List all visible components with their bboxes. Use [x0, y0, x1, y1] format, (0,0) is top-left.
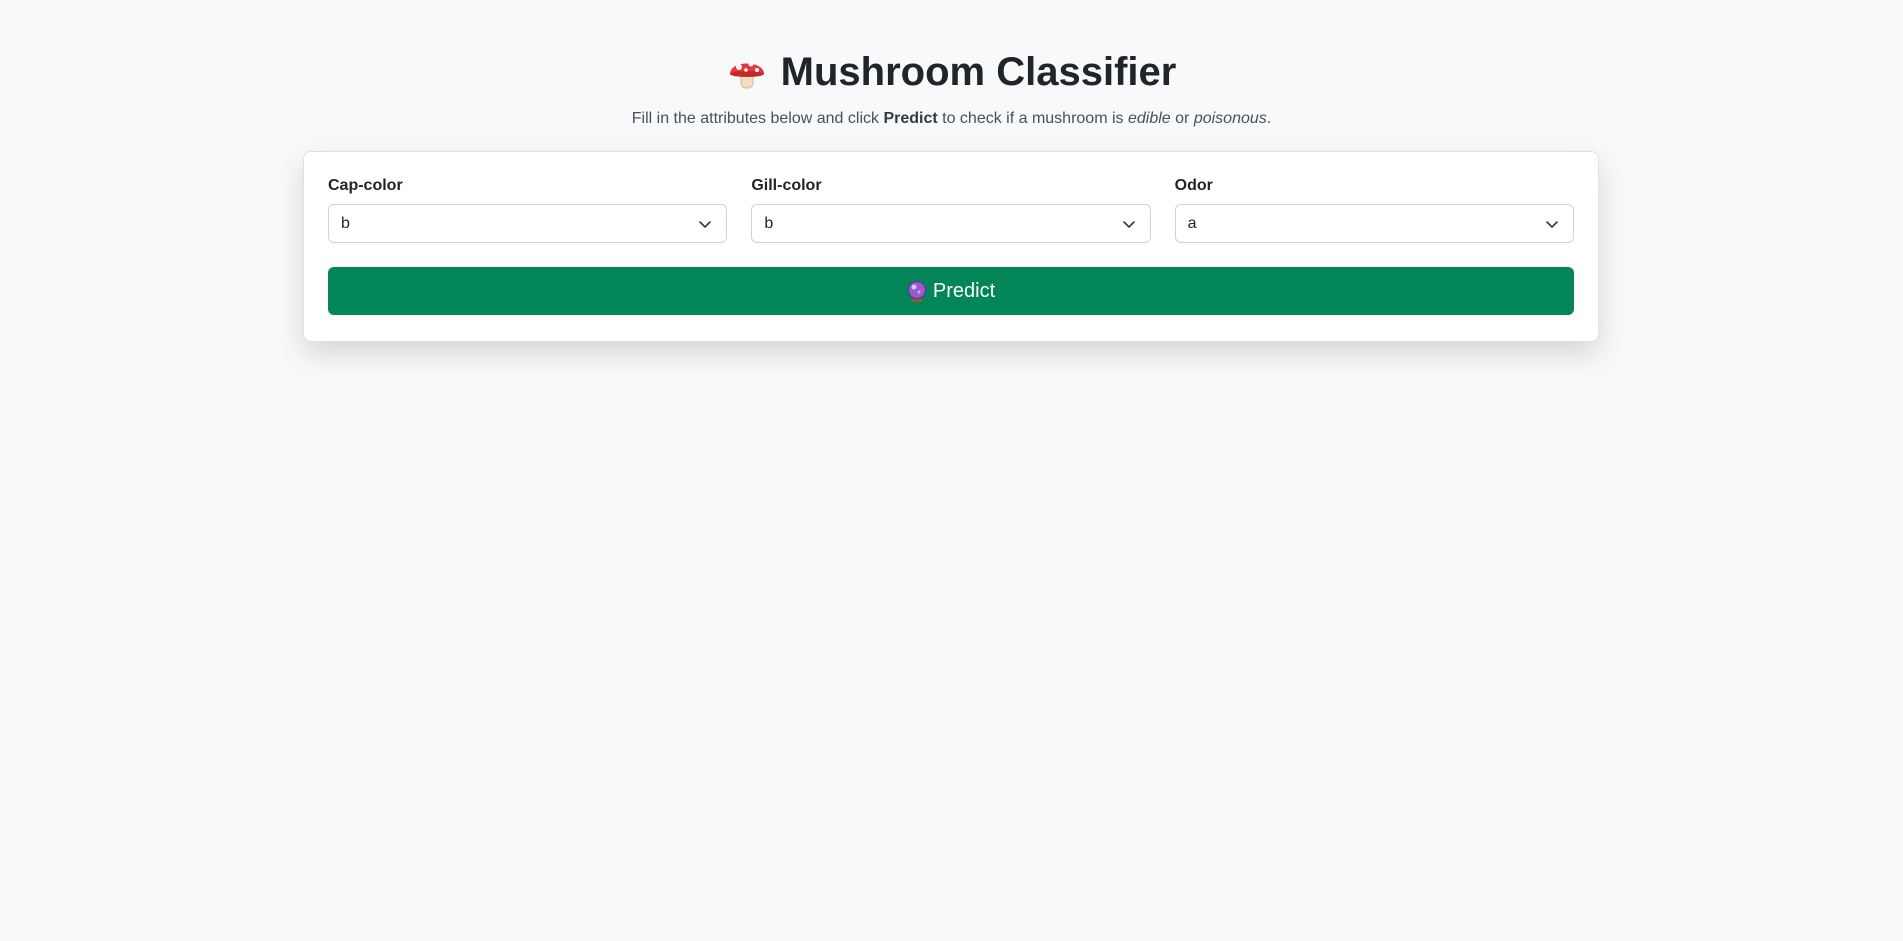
- odor-select[interactable]: a: [1174, 204, 1574, 243]
- cap-color-value: b: [341, 214, 350, 232]
- odor-value: a: [1187, 214, 1197, 232]
- subtitle-italic-poisonous: poisonous: [1193, 110, 1267, 127]
- chevron-down-icon: [1122, 220, 1135, 228]
- cap-color-label: Cap-color: [328, 177, 403, 194]
- subtitle-text: to check if a mushroom is: [937, 110, 1128, 127]
- gill-color-select[interactable]: b: [751, 204, 1151, 243]
- subtitle-bold: Predict: [883, 110, 938, 127]
- cap-color-select[interactable]: b: [328, 204, 728, 243]
- subtitle-text: .: [1266, 110, 1272, 127]
- page-title-text: Mushroom Classifier: [780, 50, 1177, 94]
- gill-color-field: Gill-color b: [751, 176, 1151, 243]
- predict-button-label: Predict: [932, 279, 996, 302]
- chevron-down-icon: [699, 220, 712, 228]
- subtitle-italic-edible: edible: [1127, 110, 1171, 127]
- gill-color-label: Gill-color: [751, 177, 822, 194]
- page-subtitle: Fill in the attributes below and click P…: [0, 107, 1903, 131]
- crystal-ball-icon: [907, 280, 927, 302]
- odor-field: Odor a: [1174, 176, 1574, 243]
- page-title: Mushroom Classifier: [727, 48, 1177, 96]
- predict-button[interactable]: Predict: [328, 267, 1574, 315]
- cap-color-field: Cap-color b: [328, 176, 728, 243]
- gill-color-value: b: [764, 214, 774, 232]
- classifier-form-card: Cap-color b Gill-color b Odor a Predict: [303, 151, 1599, 342]
- odor-label: Odor: [1174, 177, 1213, 194]
- page-header: Mushroom Classifier Fill in the attribut…: [0, 0, 1903, 131]
- mushroom-icon: [727, 52, 767, 92]
- attribute-fields: Cap-color b Gill-color b Odor a: [328, 176, 1574, 243]
- subtitle-text: or: [1170, 110, 1194, 127]
- subtitle-text: Fill in the attributes below and click: [631, 110, 884, 127]
- chevron-down-icon: [1546, 220, 1558, 228]
